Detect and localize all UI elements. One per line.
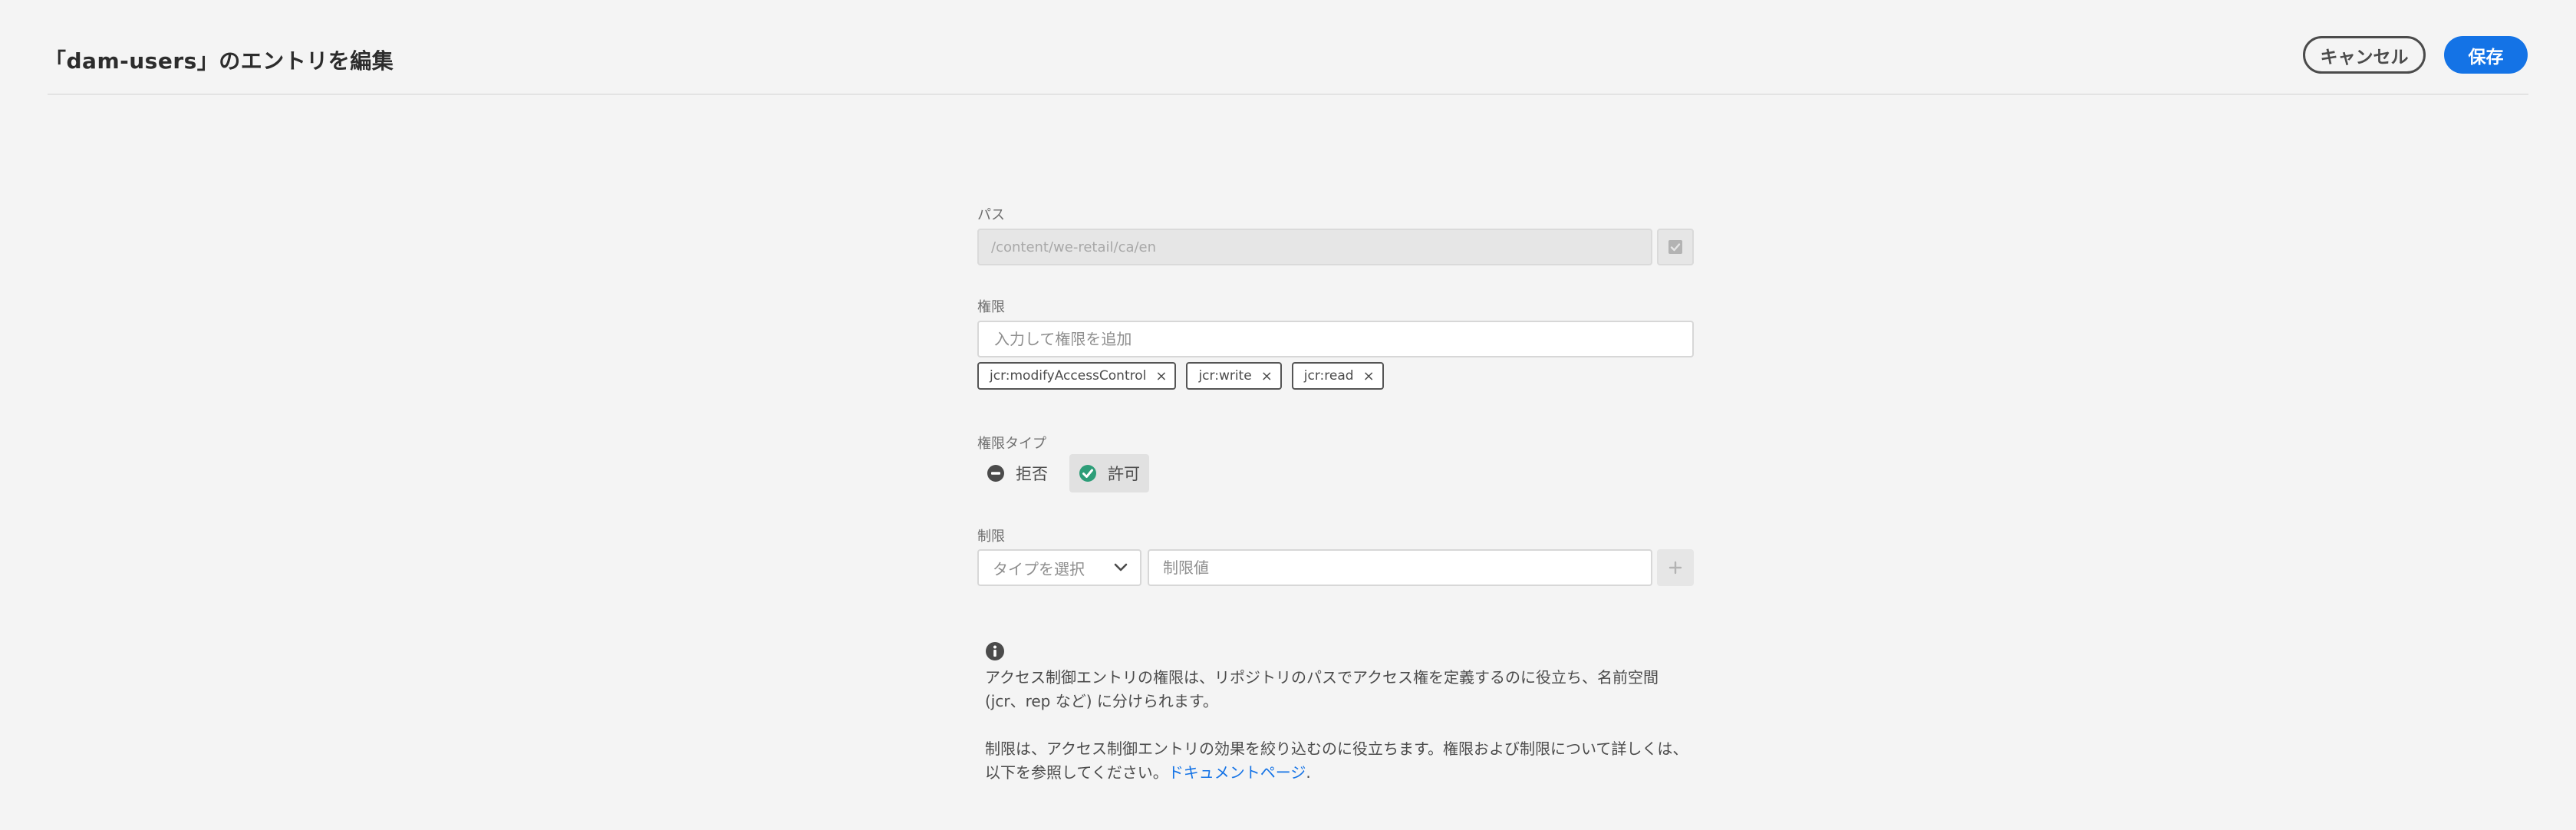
remove-tag-icon[interactable]: × <box>1363 368 1375 384</box>
documentation-link[interactable]: ドキュメントページ <box>1168 763 1306 782</box>
privilege-type-allow-label: 許可 <box>1108 465 1140 483</box>
privilege-tag-label: jcr:modifyAccessControl <box>990 368 1147 384</box>
privilege-type-deny[interactable]: 拒否 <box>977 454 1057 492</box>
cancel-button[interactable]: キャンセル <box>2303 36 2426 74</box>
privilege-tag-label: jcr:write <box>1198 368 1252 384</box>
privileges-label: 権限 <box>977 299 1005 315</box>
info-period: . <box>1306 763 1311 782</box>
page-header: 「dam-users」のエントリを編集 キャンセル 保存 <box>0 0 2576 95</box>
privilege-tag-list: jcr:modifyAccessControl × jcr:write × jc… <box>977 362 1384 390</box>
privilege-type-deny-label: 拒否 <box>1016 465 1048 483</box>
remove-tag-icon[interactable]: × <box>1261 368 1273 384</box>
checkbox-icon <box>1668 240 1682 254</box>
page-title: 「dam-users」のエントリを編集 <box>44 48 394 74</box>
add-restriction-button[interactable] <box>1657 549 1694 586</box>
privilege-type-allow[interactable]: 許可 <box>1069 454 1149 492</box>
privilege-tag-label: jcr:read <box>1303 368 1354 384</box>
restriction-value-input[interactable] <box>1148 549 1652 586</box>
info-icon <box>985 641 1691 661</box>
info-paragraph-privileges: アクセス制御エントリの権限は、リポジトリのパスでアクセス権を定義するのに役立ち、… <box>985 668 1659 710</box>
plus-icon <box>1668 561 1682 575</box>
path-value: /content/we-retail/ca/en <box>991 239 1157 255</box>
info-restrictions-text: 制限は、アクセス制御エントリの効果を絞り込むのに役立ちます。権限および制限につい… <box>985 739 1688 782</box>
path-field[interactable]: /content/we-retail/ca/en <box>977 229 1652 265</box>
privilege-type-label: 権限タイプ <box>977 436 1046 452</box>
privilege-tag: jcr:write × <box>1186 362 1282 390</box>
privileges-input[interactable] <box>977 321 1694 357</box>
save-button[interactable]: 保存 <box>2444 36 2528 74</box>
restriction-type-placeholder: タイプを選択 <box>993 559 1085 578</box>
path-browse-button[interactable] <box>1657 229 1694 265</box>
allow-check-icon <box>1079 464 1097 483</box>
deny-icon <box>987 464 1005 483</box>
remove-tag-icon[interactable]: × <box>1155 368 1167 384</box>
restrictions-label: 制限 <box>977 529 1005 545</box>
path-label: パス <box>977 207 1005 223</box>
info-panel: アクセス制御エントリの権限は、リポジトリのパスでアクセス権を定義するのに役立ち、… <box>985 641 1691 785</box>
privilege-tag: jcr:modifyAccessControl × <box>977 362 1177 390</box>
header-divider <box>48 94 2528 95</box>
chevron-down-icon <box>1114 563 1128 571</box>
restriction-type-select[interactable]: タイプを選択 <box>977 549 1141 586</box>
info-paragraph-restrictions: 制限は、アクセス制御エントリの効果を絞り込むのに役立ちます。権限および制限につい… <box>985 737 1691 785</box>
privilege-tag: jcr:read × <box>1291 362 1384 390</box>
